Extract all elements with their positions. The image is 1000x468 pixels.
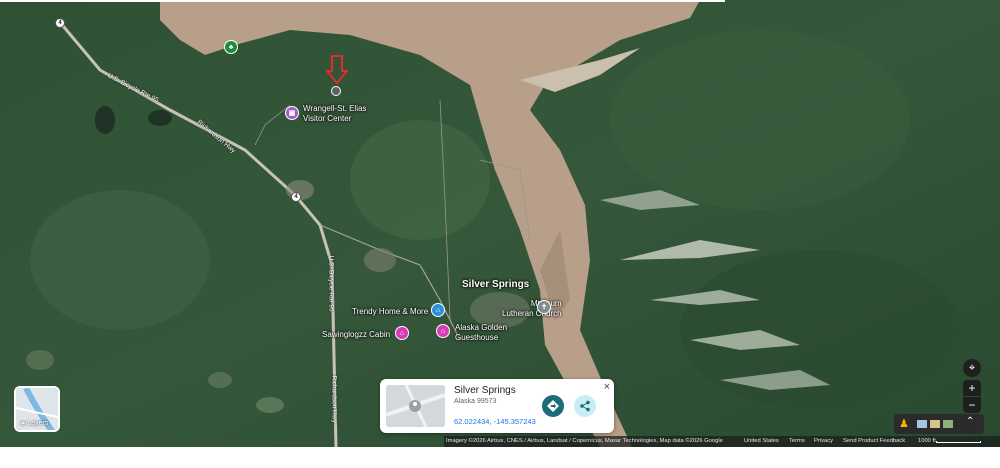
share-icon bbox=[580, 400, 590, 412]
place-label-visitor-center[interactable]: Wrangell-St. Elias Visitor Center bbox=[303, 104, 366, 124]
place-label-line: Visitor Center bbox=[303, 114, 352, 123]
place-card-coordinates[interactable]: 62.022434, -145.357243 bbox=[454, 417, 536, 426]
imagery-attribution: Imagery ©2026 Airbus, CNES / Airbus, Lan… bbox=[446, 438, 723, 444]
terms-link[interactable]: Terms bbox=[789, 436, 805, 447]
attribution-bar: Imagery ©2026 Airbus, CNES / Airbus, Lan… bbox=[444, 436, 1000, 447]
place-thumbnail[interactable] bbox=[386, 385, 445, 427]
place-card[interactable]: Silver Springs Alaska 99573 62.022434, -… bbox=[380, 379, 614, 433]
feedback-link[interactable]: Send Product Feedback bbox=[843, 436, 905, 447]
zoom-in-button[interactable]: + bbox=[963, 380, 981, 396]
place-label-cabin[interactable]: Sawinglogzz Cabin bbox=[322, 330, 390, 340]
scale-label[interactable]: 1000 ft bbox=[918, 436, 936, 447]
expand-up-icon[interactable]: ⌃ bbox=[966, 416, 974, 427]
museum-pin-icon[interactable]: ▣ bbox=[285, 106, 299, 120]
close-icon[interactable]: × bbox=[604, 381, 610, 393]
shopping-pin-icon[interactable]: ⌂ bbox=[431, 303, 445, 317]
route-shield: 4 bbox=[291, 192, 301, 202]
imagery-thumb[interactable] bbox=[917, 420, 927, 428]
dropped-location-pin-icon[interactable] bbox=[331, 86, 341, 96]
place-label-guesthouse[interactable]: Alaska Golden Guesthouse bbox=[455, 323, 507, 343]
church-pin-icon[interactable]: ✝ bbox=[537, 300, 551, 314]
road-label-richardson-hwy: Richardson Hwy bbox=[330, 375, 338, 423]
share-button[interactable] bbox=[574, 395, 596, 417]
crosshair-icon: ⌖ bbox=[968, 361, 976, 374]
park-pin-icon[interactable]: ♣ bbox=[224, 40, 238, 54]
route-shield: 4 bbox=[55, 18, 65, 28]
place-label-line: Lutheran Church bbox=[502, 309, 562, 318]
layers-text: Layers bbox=[27, 420, 49, 427]
country-link[interactable]: United States bbox=[744, 436, 779, 447]
imagery-strip[interactable]: ♟ ⌃ bbox=[894, 414, 984, 434]
red-arrow-down-icon bbox=[324, 55, 350, 85]
place-label-line: Mt Drum bbox=[530, 299, 562, 308]
directions-button[interactable] bbox=[542, 395, 564, 417]
privacy-link[interactable]: Privacy bbox=[814, 436, 833, 447]
place-label-lutheran-church[interactable]: Mt Drum Lutheran Church bbox=[502, 299, 562, 319]
satellite-map[interactable]: U.S. Bicycle Rte 95 Richardson Hwy U.S. … bbox=[0, 0, 1000, 447]
layers-button[interactable]: ◈ Layers bbox=[14, 386, 60, 432]
place-card-subtitle: Alaska 99573 bbox=[454, 398, 497, 405]
layers-stack-icon: ◈ bbox=[20, 420, 26, 427]
directions-icon bbox=[547, 400, 559, 412]
place-card-title: Silver Springs bbox=[454, 385, 516, 396]
place-label-line: Guesthouse bbox=[455, 333, 499, 342]
pegman-icon[interactable]: ♟ bbox=[899, 417, 909, 430]
imagery-thumb[interactable] bbox=[930, 420, 940, 428]
imagery-thumb[interactable] bbox=[943, 420, 953, 428]
place-label-line: Alaska Golden bbox=[455, 323, 508, 332]
zoom-out-button[interactable]: − bbox=[963, 397, 981, 413]
lodging-pin-icon[interactable]: ⌂ bbox=[436, 324, 450, 338]
lodging-pin-icon[interactable]: ⌂ bbox=[395, 326, 409, 340]
road-label-bicycle-route: U.S. Bicycle Rte 95 bbox=[327, 255, 335, 312]
scale-bar bbox=[936, 441, 981, 443]
town-label[interactable]: Silver Springs bbox=[462, 280, 529, 290]
place-label-trendy-home[interactable]: Trendy Home & More bbox=[352, 307, 428, 317]
place-label-line: Wrangell-St. Elias bbox=[303, 104, 367, 113]
my-location-button[interactable]: ⌖ bbox=[963, 359, 981, 377]
layers-label: ◈ Layers bbox=[20, 419, 48, 427]
